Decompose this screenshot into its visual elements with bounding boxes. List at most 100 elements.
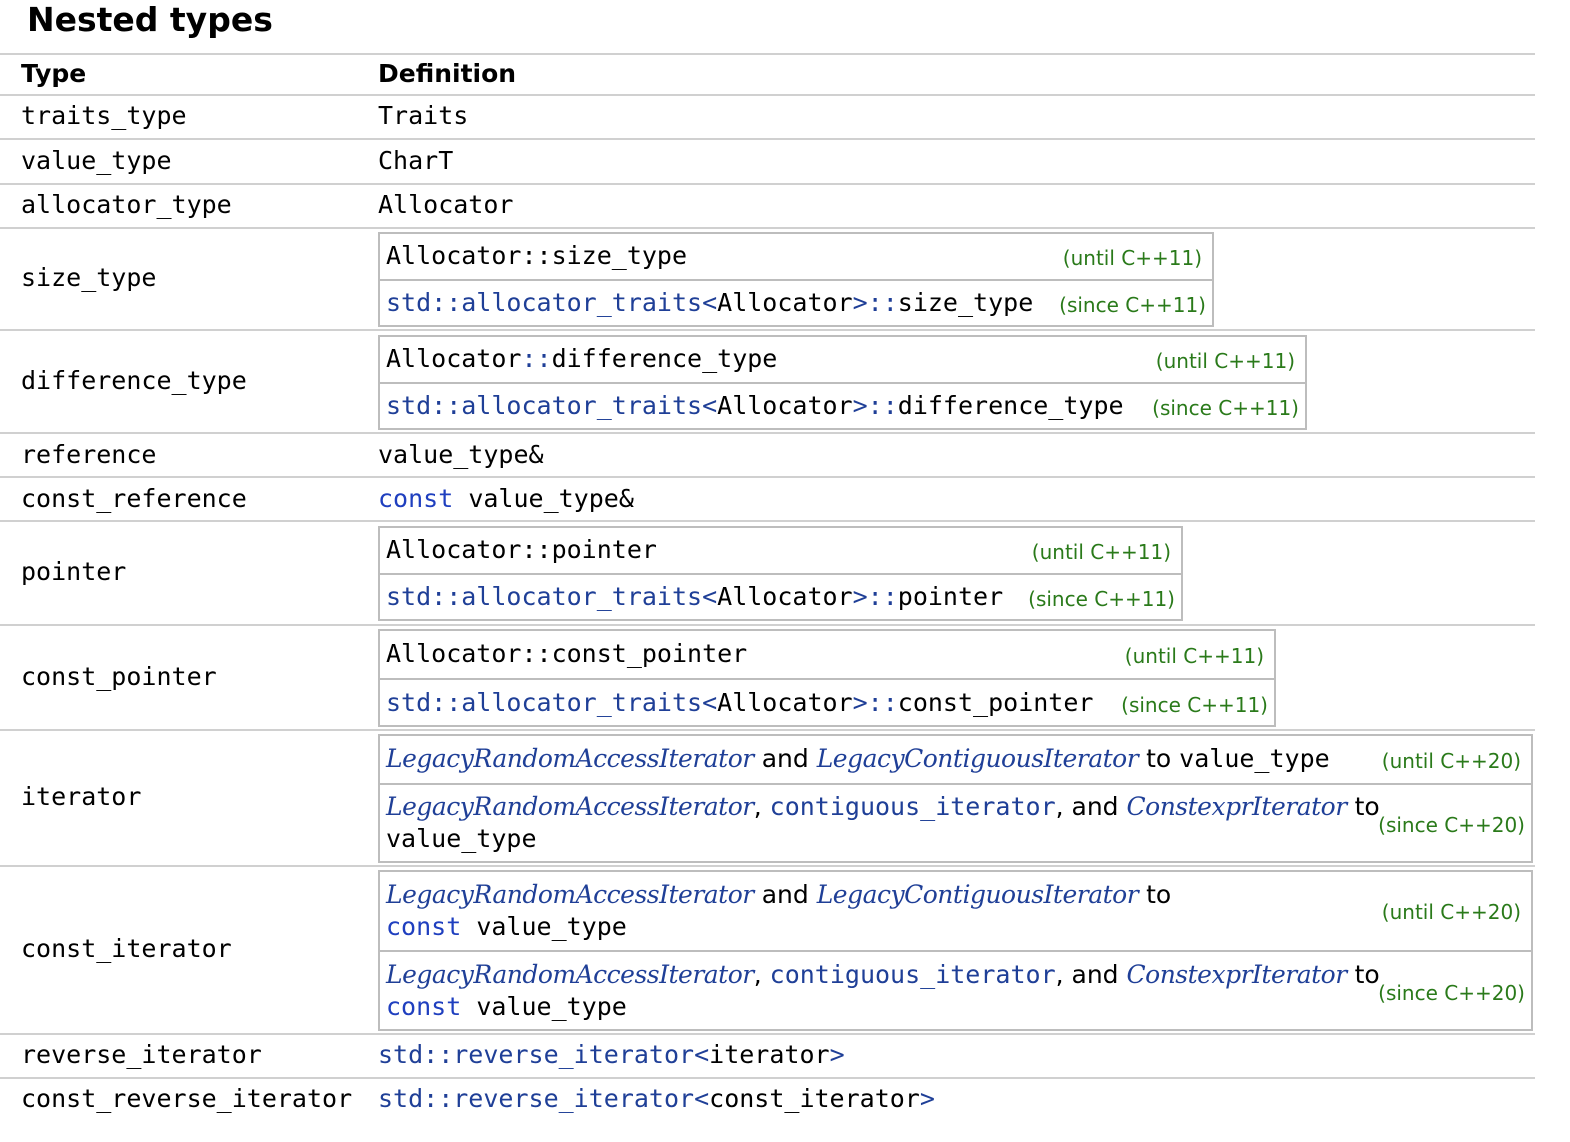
template-arg: Allocator <box>717 582 853 611</box>
code-text: value_type <box>476 992 627 1021</box>
definition-until: Allocator::const_pointer <box>386 638 747 670</box>
since-cxx11-mark: (since C++11) <box>1121 693 1268 717</box>
comma-and: , and <box>1055 792 1119 821</box>
since-cxx11-mark: (since C++11) <box>1059 293 1206 317</box>
type-name-allocator-type: allocator_type <box>21 190 232 219</box>
angle-close: > <box>852 688 868 717</box>
code-text: Allocator::size_type <box>386 241 688 270</box>
template-arg: Allocator <box>717 288 853 317</box>
type-name-reverse-iterator: reverse_iterator <box>21 1040 262 1069</box>
scope-operator: :: <box>867 391 898 420</box>
angle-close: > <box>852 391 868 420</box>
legacy-random-access-iterator-link[interactable]: LegacyRandomAccessIterator <box>386 880 754 909</box>
type-name-const-reverse-iterator: const_reverse_iterator <box>21 1084 353 1113</box>
page-title: Nested types <box>27 0 273 39</box>
angle-open: < <box>702 582 718 611</box>
row-divider <box>0 865 1535 867</box>
member-name: difference_type <box>551 344 778 373</box>
definition-until: LegacyRandomAccessIterator and LegacyCon… <box>386 743 1330 775</box>
contiguous-iterator-link[interactable]: contiguous_iterator <box>770 792 1056 821</box>
class-name: Allocator <box>386 344 522 373</box>
type-name-const-pointer: const_pointer <box>21 662 217 691</box>
angle-open: < <box>702 688 718 717</box>
definition-until: Allocator::pointer <box>386 534 657 566</box>
allocator-traits-link[interactable]: std::allocator_traits <box>386 391 702 420</box>
row-divider <box>0 329 1535 331</box>
word-to: to <box>1354 792 1380 821</box>
member-name: difference_type <box>897 391 1124 420</box>
const-keyword: const <box>386 992 462 1021</box>
versioned-definition-box: Allocator::size_type (until C++11) std::… <box>378 232 1214 327</box>
code-text: Allocator::const_pointer <box>386 639 748 668</box>
until-cxx20-mark: (until C++20) <box>1381 749 1521 773</box>
code-text: value_type& <box>468 484 634 513</box>
definition-since-continued: const value_type <box>386 991 627 1023</box>
row-divider <box>0 94 1535 96</box>
definition-until: Allocator::size_type <box>386 240 687 272</box>
type-name-const-reference: const_reference <box>21 484 247 513</box>
angle-close: > <box>919 1084 935 1113</box>
allocator-traits-link[interactable]: std::allocator_traits <box>386 688 702 717</box>
legacy-random-access-iterator-link[interactable]: LegacyRandomAccessIterator <box>386 744 754 773</box>
std-reverse-iterator-link[interactable]: std::reverse_iterator <box>378 1084 694 1113</box>
template-arg: Allocator <box>717 688 853 717</box>
definition-allocator-type: Allocator <box>378 190 514 219</box>
definition-since: std::allocator_traits<Allocator>::differ… <box>386 390 1124 422</box>
template-arg: Allocator <box>717 391 853 420</box>
legacy-contiguous-iterator-link[interactable]: LegacyContiguousIterator <box>817 744 1139 773</box>
since-cxx20-mark: (since C++20) <box>1378 813 1525 837</box>
angle-close: > <box>829 1040 845 1069</box>
legacy-random-access-iterator-link[interactable]: LegacyRandomAccessIterator <box>386 792 754 821</box>
word-to: to <box>1146 744 1172 773</box>
row-divider <box>0 476 1535 478</box>
angle-close: > <box>852 288 868 317</box>
row-divider <box>0 138 1535 140</box>
versioned-definition-box: Allocator::difference_type (until C++11)… <box>378 335 1307 430</box>
member-name: pointer <box>897 582 1004 611</box>
code-text: Allocator::pointer <box>386 535 657 564</box>
definition-since-continued: value_type <box>386 823 537 855</box>
allocator-traits-link[interactable]: std::allocator_traits <box>386 288 702 317</box>
definition-const-reference: const value_type& <box>378 484 634 514</box>
legacy-random-access-iterator-link[interactable]: LegacyRandomAccessIterator <box>386 960 754 989</box>
table-top-rule <box>0 53 1535 55</box>
since-cxx20-mark: (since C++20) <box>1378 981 1525 1005</box>
allocator-traits-link[interactable]: std::allocator_traits <box>386 582 702 611</box>
type-name-reference: reference <box>21 440 157 469</box>
template-arg: iterator <box>709 1040 830 1069</box>
constexpr-iterator-link[interactable]: ConstexprIterator <box>1127 792 1348 821</box>
row-divider <box>0 520 1535 522</box>
constexpr-iterator-link[interactable]: ConstexprIterator <box>1127 960 1348 989</box>
row-divider <box>0 1033 1535 1035</box>
definition-traits-type: Traits <box>378 101 469 130</box>
angle-open: < <box>702 288 718 317</box>
row-divider <box>0 1077 1535 1079</box>
definition-since: std::allocator_traits<Allocator>::size_t… <box>386 287 1033 319</box>
code-text: value_type <box>386 824 537 853</box>
version-separator <box>380 279 1212 281</box>
until-cxx11-mark: (until C++11) <box>1062 246 1202 270</box>
type-name-size-type: size_type <box>21 263 157 292</box>
std-reverse-iterator-link[interactable]: std::reverse_iterator <box>378 1040 694 1069</box>
member-name: size_type <box>897 288 1034 317</box>
row-divider <box>0 729 1535 731</box>
scope-operator: :: <box>867 582 898 611</box>
definition-since: std::allocator_traits<Allocator>::const_… <box>386 687 1093 719</box>
column-header-type: Type <box>21 59 87 88</box>
comma-and: , and <box>1055 960 1119 989</box>
type-name-traits-type: traits_type <box>21 101 187 130</box>
scope-operator: :: <box>867 688 898 717</box>
contiguous-iterator-link[interactable]: contiguous_iterator <box>770 960 1056 989</box>
legacy-contiguous-iterator-link[interactable]: LegacyContiguousIterator <box>817 880 1139 909</box>
definition-since: LegacyRandomAccessIterator, contiguous_i… <box>386 791 1380 823</box>
word-and: and <box>761 880 809 909</box>
type-name-const-iterator: const_iterator <box>21 934 232 963</box>
word-and: and <box>761 744 809 773</box>
code-text: value_type <box>476 912 627 941</box>
definition-until: LegacyRandomAccessIterator and LegacyCon… <box>386 879 1171 911</box>
definition-since: LegacyRandomAccessIterator, contiguous_i… <box>386 959 1380 991</box>
definition-until: Allocator::difference_type <box>386 343 777 375</box>
version-separator <box>380 783 1531 785</box>
definition-const-reverse-iterator: std::reverse_iterator<const_iterator> <box>378 1084 935 1114</box>
versioned-definition-box: LegacyRandomAccessIterator and LegacyCon… <box>378 734 1533 863</box>
